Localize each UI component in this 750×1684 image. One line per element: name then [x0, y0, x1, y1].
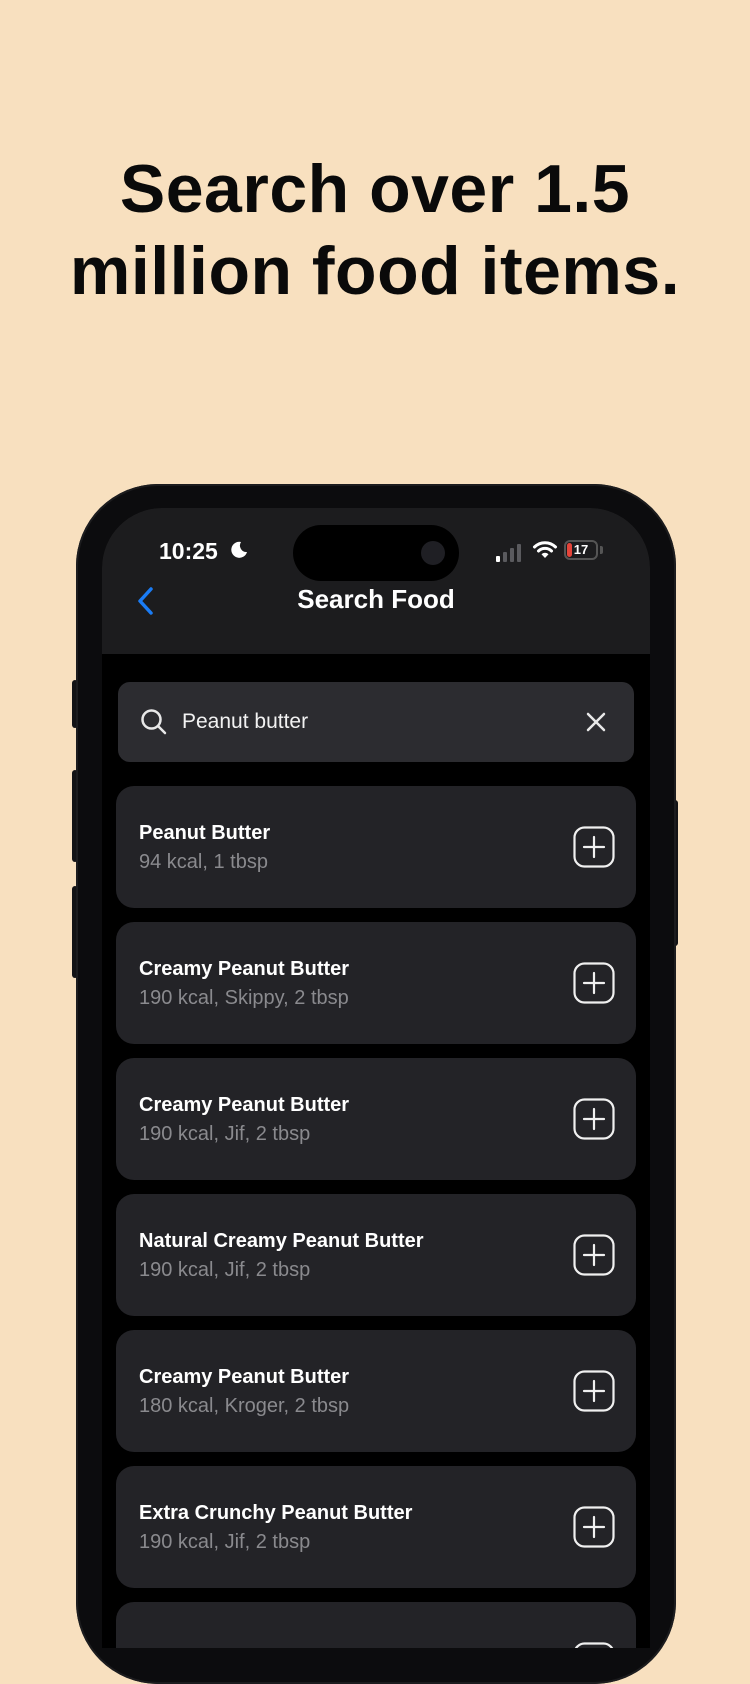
search-bar[interactable] [118, 682, 634, 762]
camera-icon [421, 541, 445, 565]
food-name: Peanut Butter [139, 822, 271, 844]
page-title: Search Food [297, 584, 455, 614]
food-detail: 190 kcal, Skippy, 2 tbsp [139, 987, 349, 1009]
battery-indicator: 17 [564, 540, 598, 560]
add-icon[interactable] [573, 826, 615, 868]
food-detail: 190 kcal, Jif, 2 tbsp [139, 1259, 311, 1281]
add-icon[interactable] [573, 1642, 615, 1648]
food-detail: 190 kcal, Jif, 2 tbsp [139, 1123, 311, 1145]
food-name: Creamy Peanut Butter [139, 1094, 350, 1116]
add-icon[interactable] [573, 1506, 615, 1548]
food-detail: 180 kcal, Kroger, 2 tbsp [139, 1395, 350, 1417]
headline: Search over 1.5 million food items. [0, 148, 750, 312]
dynamic-island [293, 525, 459, 581]
search-input[interactable] [182, 682, 562, 762]
search-icon [141, 709, 167, 735]
food-detail: 190 kcal, Jif, 2 tbsp [139, 1531, 311, 1553]
headline-line-1: Search over 1.5 [119, 151, 631, 227]
close-icon[interactable] [584, 710, 608, 734]
list-item[interactable]: Creamy Peanut Butter 190 kcal, Skippy, 2 … [116, 922, 636, 1044]
list-item[interactable]: Creamy Peanut Butter 190 kcal, Jif, 2 tbs… [116, 1058, 636, 1180]
add-icon[interactable] [573, 1370, 615, 1412]
battery-tip [600, 546, 603, 554]
add-icon[interactable] [573, 1234, 615, 1276]
list-item[interactable] [116, 1602, 636, 1648]
navigation-bar: 10:25 17 Search Food [102, 508, 650, 654]
list-item[interactable]: Peanut Butter 94 kcal, 1 tbsp [116, 786, 636, 908]
food-name: Creamy Peanut Butter [139, 958, 350, 980]
food-name: Extra Crunchy Peanut Butter [139, 1502, 413, 1524]
food-detail: 94 kcal, 1 tbsp [139, 851, 268, 873]
phone-screen: 10:25 17 Search Food Peanut butter Peanu… [102, 508, 650, 1648]
moon-icon [231, 541, 247, 558]
list-item[interactable]: Natural Creamy Peanut Butter 190 kcal, Ji… [116, 1194, 636, 1316]
battery-level-text: 17 [573, 542, 589, 557]
results-list: Peanut Butter 94 kcal, 1 tbsp Creamy Peanu… [116, 786, 636, 1648]
cellular-signal-icon [496, 544, 521, 562]
add-icon[interactable] [573, 1098, 615, 1140]
food-name: Creamy Peanut Butter [139, 1366, 350, 1388]
status-time: 10:25 [159, 538, 218, 564]
add-icon[interactable] [573, 962, 615, 1004]
wifi-icon [533, 541, 557, 558]
food-name: Natural Creamy Peanut Butter [139, 1230, 424, 1252]
headline-line-2: million food items. [69, 233, 681, 309]
list-item[interactable]: Extra Crunchy Peanut Butter 190 kcal, Jif… [116, 1466, 636, 1588]
list-item[interactable]: Creamy Peanut Butter 180 kcal, Kroger, 2 … [116, 1330, 636, 1452]
